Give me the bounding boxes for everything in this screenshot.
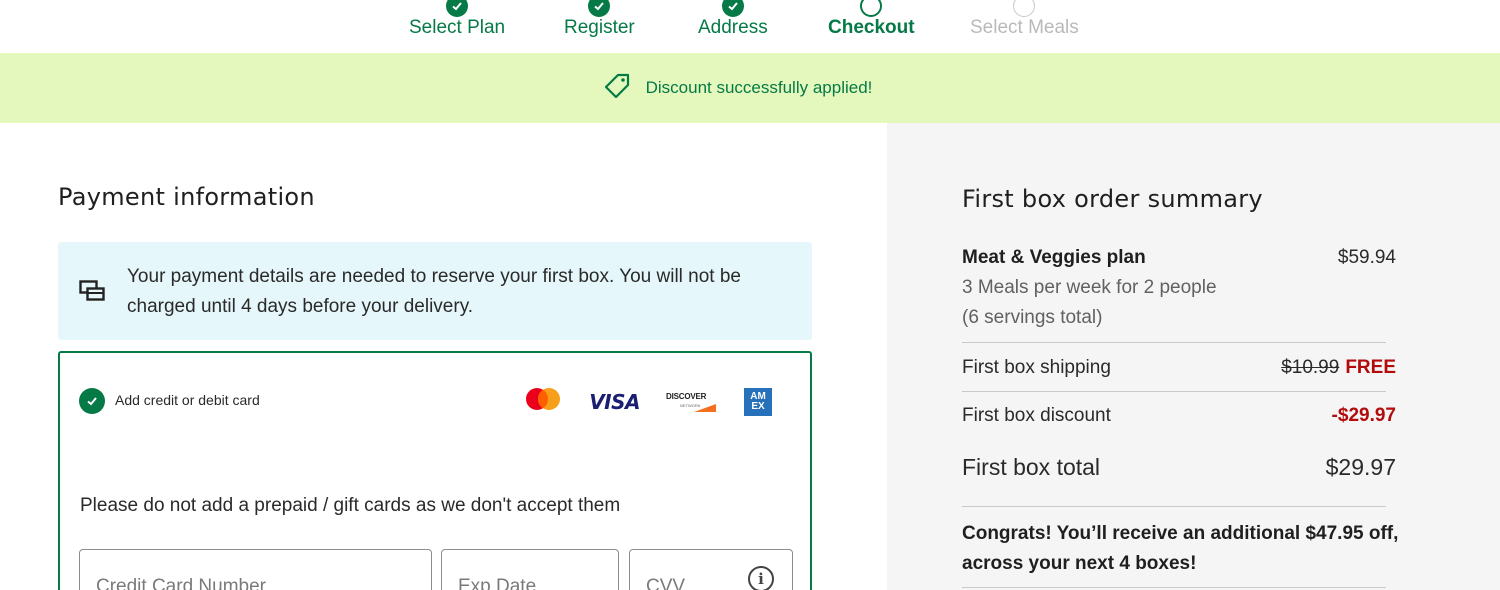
plan-name: Meat & Veggies plan: [962, 247, 1146, 268]
plan-price: $59.94: [1337, 247, 1396, 268]
total-row: First box total $29.97: [962, 454, 1396, 481]
discover-icon: DISCOVER NETWORK: [666, 391, 718, 413]
exp-date-input[interactable]: [442, 550, 618, 590]
congrats-message: Congrats! You’ll receive an additional $…: [962, 523, 1399, 574]
divider: [962, 391, 1386, 392]
summary-title: First box order summary: [962, 185, 1263, 213]
visa-icon: VISA: [589, 389, 640, 414]
mastercard-icon: [523, 386, 563, 417]
cards-icon: [79, 280, 105, 307]
card-brands: VISA DISCOVER NETWORK AM EX: [523, 386, 772, 417]
plan-detail-meals: 3 Meals per week for 2 people: [962, 277, 1217, 298]
discount-row: First box discount -$29.97: [962, 405, 1396, 427]
payment-info-text: Your payment details are needed to reser…: [127, 266, 742, 317]
step-label: Address: [698, 17, 768, 38]
divider: [962, 587, 1386, 588]
total-label: First box total: [962, 454, 1101, 480]
shipping-price: $10.99 FREE: [1281, 357, 1396, 379]
order-summary-panel: First box order summary Meat & Veggies p…: [887, 123, 1500, 590]
payment-info-box: Your payment details are needed to reser…: [58, 242, 812, 340]
divider: [962, 342, 1386, 343]
check-icon: [721, 0, 744, 17]
plan-detail-row: (6 servings total): [962, 307, 1396, 329]
plan-detail-row: 3 Meals per week for 2 people: [962, 277, 1396, 299]
amex-icon: AM EX: [744, 387, 772, 416]
banner-message: Discount successfully applied!: [645, 78, 873, 97]
prepaid-warning: Please do not add a prepaid / gift cards…: [80, 495, 621, 516]
check-icon: [588, 0, 611, 17]
cvv-field[interactable]: i: [629, 549, 793, 590]
exp-date-field[interactable]: [441, 549, 619, 590]
add-card-label: Add credit or debit card: [115, 392, 260, 408]
total-value: $29.97: [1325, 454, 1396, 480]
step-checkout: Checkout: [828, 0, 915, 39]
step-label: Select Plan: [409, 17, 506, 38]
discount-label: First box discount: [962, 405, 1111, 426]
shipping-free-label: FREE: [1345, 357, 1396, 378]
plan-row: Meat & Veggies plan $59.94: [962, 247, 1396, 269]
step-select-plan[interactable]: Select Plan: [409, 0, 506, 39]
checkout-stepper: Select Plan Register Address Checkout Se…: [0, 0, 1500, 53]
card-number-field[interactable]: [79, 549, 432, 590]
step-select-meals: Select Meals: [970, 0, 1079, 39]
shipping-original-price: $10.99: [1281, 357, 1340, 378]
tag-icon: [604, 73, 630, 104]
step-register[interactable]: Register: [564, 0, 635, 39]
step-address[interactable]: Address: [698, 0, 768, 39]
step-label: Register: [564, 17, 635, 38]
divider: [962, 506, 1386, 507]
plan-detail-servings: (6 servings total): [962, 307, 1103, 328]
selected-check-icon[interactable]: [79, 388, 105, 414]
discount-banner: Discount successfully applied!: [0, 53, 1500, 123]
card-payment-option[interactable]: Add credit or debit card VISA DISCOVER N…: [58, 351, 812, 590]
payment-title: Payment information: [58, 183, 315, 211]
info-icon[interactable]: i: [748, 566, 774, 590]
discount-value: -$29.97: [1331, 405, 1396, 426]
step-current-icon: [860, 0, 883, 17]
shipping-label: First box shipping: [962, 357, 1111, 378]
shipping-row: First box shipping $10.99 FREE: [962, 357, 1396, 379]
card-number-input[interactable]: [80, 550, 431, 590]
check-icon: [446, 0, 469, 17]
step-label: Select Meals: [970, 17, 1079, 38]
step-pending-icon: [1013, 0, 1036, 17]
step-label: Checkout: [828, 17, 915, 38]
